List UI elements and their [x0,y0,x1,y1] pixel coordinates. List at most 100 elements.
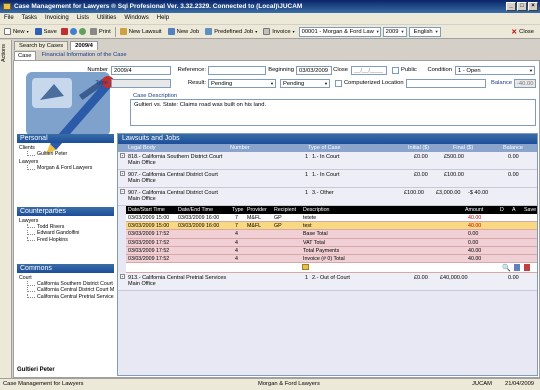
search-icon[interactable]: 🔍 [502,264,511,272]
tab-case[interactable]: Case [14,51,36,60]
print-button[interactable]: Print [88,26,113,38]
predefined-job-button[interactable]: Predefined Job ▾ [203,26,259,38]
status-user: JUCAM [472,381,492,387]
selected-client-name: Gultieri Peter [17,367,55,373]
column-a[interactable]: A [512,207,516,213]
reference-field[interactable] [208,66,266,75]
close-window-button[interactable]: × [528,2,538,11]
column-start[interactable]: Date/Start Time [128,207,165,213]
case-description-field[interactable]: Gultieri vs. State: Claims road was buil… [130,99,536,126]
attachment-icon[interactable] [514,264,520,272]
actions-strip[interactable]: Actions [0,40,12,378]
event-cell-start: 03/03/2009 17:52 [128,231,170,238]
help-icon[interactable] [69,28,77,35]
toolbar-separator [114,26,116,37]
document-tabs: Search by Cases 2009/4 [14,41,98,50]
result-select[interactable]: Pending ▼ [208,79,276,88]
lawsuit-row[interactable]: − 907.- California Central District Cour… [118,188,537,206]
new-doc-icon [4,28,11,35]
column-balance[interactable]: Balance [503,145,523,151]
column-type-of-case[interactable]: Type of Case [308,145,340,151]
public-checkbox[interactable] [392,67,399,74]
menu-invoicing[interactable]: Invoicing [45,15,69,24]
event-cell-desc: VAT Total [303,239,325,246]
menu-tasks[interactable]: Tasks [22,15,37,24]
result-select-2[interactable]: Pending ▼ [280,79,330,88]
delete-icon[interactable] [60,28,68,35]
column-provider[interactable]: Provider [247,207,267,213]
condition-select[interactable]: 1 - Open ▼ [455,66,535,75]
event-cell-amount: 40.00 [468,247,482,254]
save-button[interactable]: Save [33,26,59,38]
column-d[interactable]: D [500,207,504,213]
maximize-button[interactable]: □ [517,2,527,11]
status-firm-name: Morgan & Ford Lawyers [258,381,320,387]
case-subtabs: Case Financial Information of the Case [14,51,130,60]
column-legal-body[interactable]: Legal Body [128,145,156,151]
event-row[interactable]: 03/03/2009 17:52 4 VAT Total 0.00 [126,238,537,247]
lawsuits-column-headers: Legal Body Number Type of Case Initial (… [118,144,537,152]
invoice-button[interactable]: Invoice ▾ [261,26,296,38]
beginning-date-field[interactable]: 03/03/2009 [296,66,332,75]
menu-file[interactable]: File [4,15,14,24]
computerized-location-field[interactable] [406,79,486,88]
predefined-job-icon [205,28,213,35]
events-column-headers: Date/Start Time Date/End Time Type Provi… [126,206,537,214]
tab-financial-information[interactable]: Financial Information of the Case [39,51,130,60]
counterparty-lawyer-item[interactable]: Fred Hopkins [17,236,114,243]
delete-job-icon[interactable] [524,264,530,272]
language-combo[interactable]: English ▼ [408,26,441,37]
column-number[interactable]: Number [230,145,250,151]
column-initial[interactable]: Initial ($) [408,145,429,151]
case-form: Number 2009/4 Reference: Beginning 03/03… [13,60,540,378]
close-date-field[interactable]: __/__/____ [351,66,387,75]
event-row[interactable]: 03/03/2009 15:00 03/03/2009 16:00 7 M&FL GP t… [126,214,537,223]
refresh-icon[interactable] [78,28,86,35]
lawsuit-row[interactable]: + 907.- California Central District Cour… [118,170,537,188]
folder-icon[interactable] [302,264,309,271]
minimize-button[interactable]: _ [506,2,516,11]
expand-icon[interactable]: + [120,153,125,158]
lawyer-item[interactable]: Morgan & Ford Lawyers [17,165,114,171]
lawsuit-row[interactable]: + 818.- California Southern District Cou… [118,152,537,170]
menu-windows[interactable]: Windows [124,15,148,24]
client-item[interactable]: Gultieri Peter [17,151,114,157]
event-cell-recipient: GP [274,215,282,221]
event-cell-desc: Total Payments [303,247,340,254]
new-lawsuit-button[interactable]: New Lawsuit [118,26,164,38]
column-description[interactable]: Description [303,207,330,213]
tab-search-by-cases[interactable]: Search by Cases [14,41,69,50]
column-type[interactable]: Type [232,207,243,213]
new-job-button[interactable]: New Job [166,26,202,38]
court-item[interactable]: California Central Pretrial Services [17,293,114,300]
column-end[interactable]: Date/End Time [178,207,213,213]
invoice-icon [263,28,271,35]
menu-help[interactable]: Help [157,15,169,24]
type-field[interactable] [111,79,171,88]
column-final[interactable]: Final ($) [453,145,473,151]
collapse-icon[interactable]: − [120,189,125,194]
number-field[interactable]: 2009/4 [111,66,171,75]
lawsuit-row[interactable]: + 913.- California Central Pretrial Serv… [118,273,537,292]
expand-icon[interactable]: + [120,171,125,176]
event-cell-desc: test [303,223,312,230]
year-combo[interactable]: 2009 ▼ [382,26,407,37]
tab-case-2009-4[interactable]: 2009/4 [70,41,98,50]
event-row[interactable]: 03/03/2009 15:00 03/03/2009 16:00 7 M&FL GP t… [126,222,537,231]
computerized-checkbox[interactable] [335,80,342,87]
menu-lists[interactable]: Lists [77,15,89,24]
status-app-name: Case Management for Lawyers [3,381,84,387]
counterparties-header: Counterparties [17,206,114,216]
event-row[interactable]: 03/03/2009 17:52 4 Base Total 0.00 [126,230,537,239]
event-row[interactable]: 03/03/2009 17:52 4 Invoice (# 0) Total 40.0… [126,254,537,264]
new-button[interactable]: New ▾ [2,26,31,38]
column-save[interactable]: Save [524,207,536,213]
event-cell-desc: Base Total [303,231,328,238]
menu-utilities[interactable]: Utilities [97,15,116,24]
event-row[interactable]: 03/03/2009 17:52 4 Total Payments 40.00 [126,246,537,255]
expand-icon[interactable]: + [120,274,125,280]
close-button[interactable]: ✕ Close [511,28,534,36]
column-amount[interactable]: Amount [465,207,483,213]
client-combo[interactable]: 00001 - Morgan & Ford Law ▼ [298,26,381,37]
column-recipient[interactable]: Recipient [274,207,296,213]
